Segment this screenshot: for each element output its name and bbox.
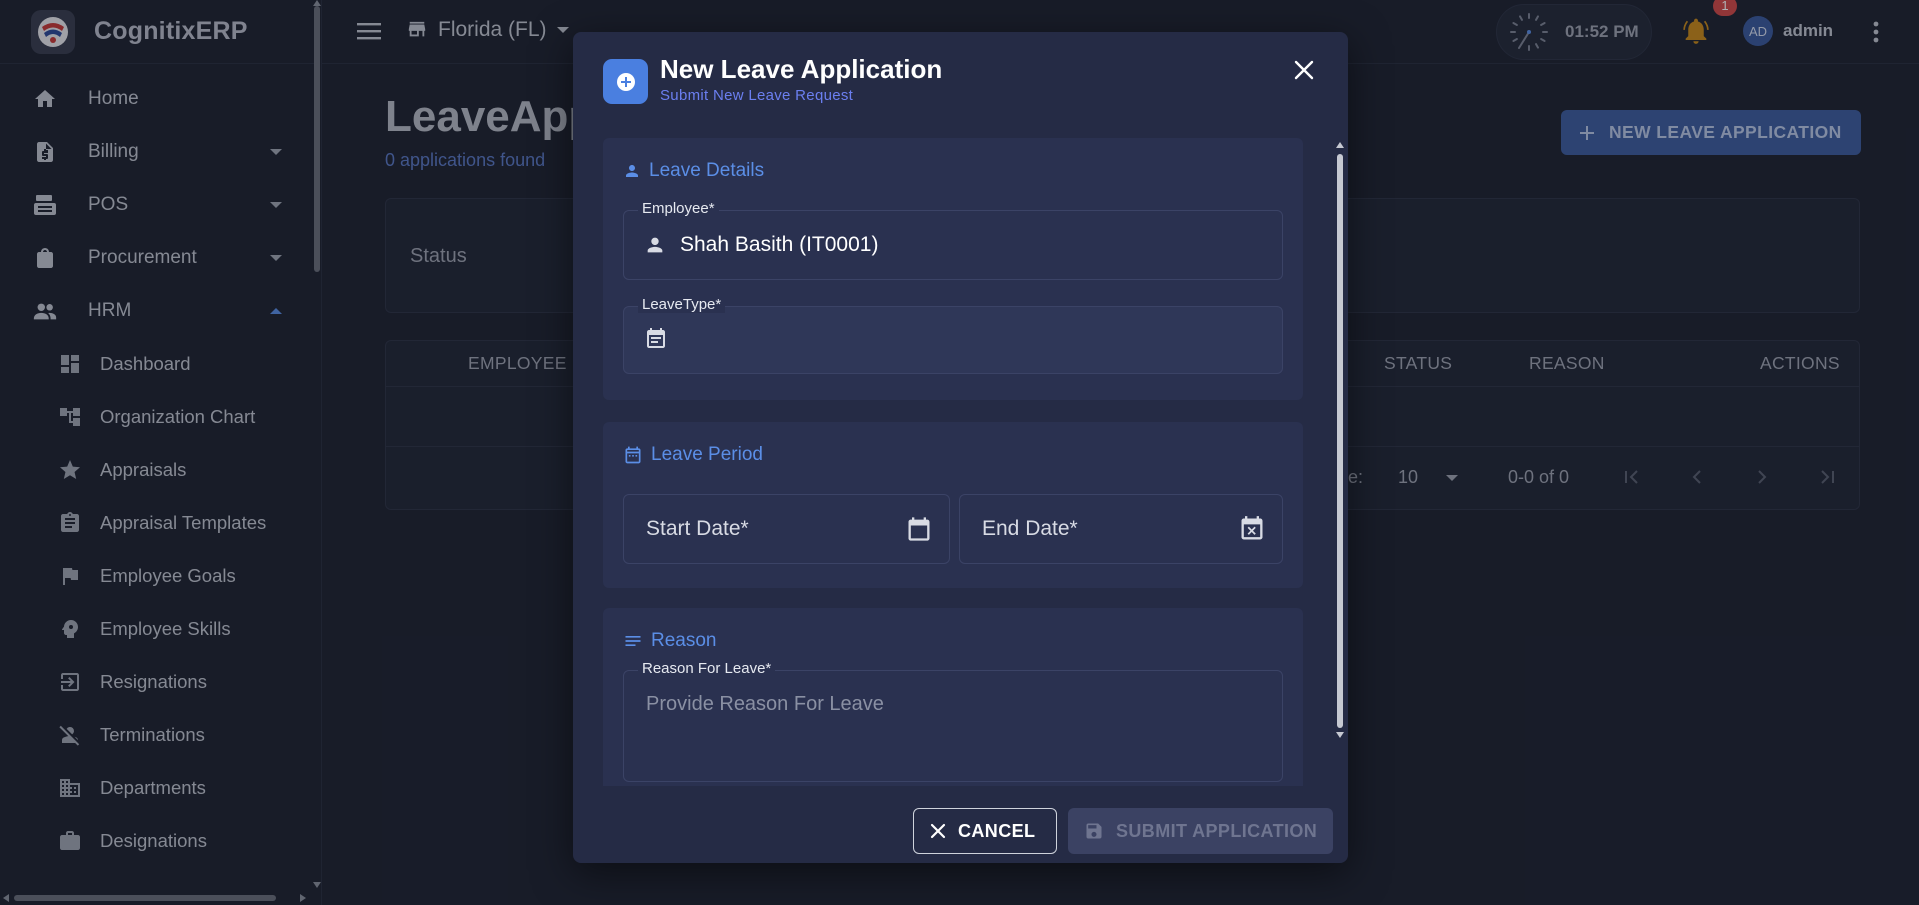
scroll-down-arrow-icon[interactable] [1336, 732, 1344, 738]
reason-section: Reason Reason For Leave* Provide Reason … [603, 608, 1303, 786]
start-date-label: Start Date* [646, 517, 749, 540]
leave-details-header: Leave Details [623, 160, 764, 182]
cancel-button-label: CANCEL [958, 820, 1036, 841]
start-date-field[interactable]: Start Date* [623, 494, 950, 564]
add-circle-icon [603, 59, 648, 104]
submit-application-button[interactable]: SUBMIT APPLICATION [1068, 808, 1333, 854]
notes-icon [623, 631, 643, 651]
section-title: Leave Details [649, 160, 765, 181]
close-icon[interactable] [1293, 59, 1315, 81]
reason-textarea[interactable]: Reason For Leave* Provide Reason For Lea… [623, 660, 1283, 782]
cancel-button[interactable]: CANCEL [913, 808, 1057, 854]
dialog-title: New Leave Application [660, 54, 943, 84]
leave-period-section: Leave Period Start Date* End Date* [603, 422, 1303, 588]
save-icon [1084, 821, 1104, 841]
leave-details-section: Leave Details Employee* Shah Basith (IT0… [603, 138, 1303, 400]
dialog-scroll-thumb[interactable] [1337, 154, 1343, 728]
person-icon [623, 162, 641, 180]
dialog-subtitle: Submit New Leave Request [660, 87, 854, 104]
section-title: Leave Period [651, 444, 763, 465]
submit-button-label: SUBMIT APPLICATION [1116, 820, 1318, 841]
reason-header: Reason [623, 630, 717, 652]
event-note-icon [644, 327, 668, 351]
new-leave-application-dialog: New Leave Application Submit New Leave R… [573, 32, 1348, 863]
leave-type-select[interactable]: LeaveType* [623, 296, 1283, 374]
dialog-body: Leave Details Employee* Shah Basith (IT0… [603, 136, 1317, 786]
end-date-field[interactable]: End Date* [959, 494, 1283, 564]
reason-field-label: Reason For Leave* [638, 660, 776, 677]
scroll-up-arrow-icon[interactable] [1336, 142, 1344, 148]
person-icon [644, 234, 666, 256]
reason-placeholder: Provide Reason For Leave [646, 693, 884, 715]
employee-field[interactable]: Employee* Shah Basith (IT0001) [623, 200, 1283, 280]
section-title: Reason [651, 630, 717, 651]
close-icon [930, 823, 946, 839]
event-busy-icon[interactable] [1238, 515, 1266, 543]
employee-field-label: Employee* [638, 200, 719, 217]
end-date-label: End Date* [982, 517, 1078, 540]
dialog-scrollbar[interactable] [1336, 142, 1344, 738]
calendar-icon[interactable] [905, 515, 933, 543]
employee-field-value: Shah Basith (IT0001) [680, 233, 879, 256]
leave-type-label: LeaveType* [638, 296, 726, 313]
calendar-icon [623, 445, 643, 465]
leave-period-header: Leave Period [623, 444, 763, 466]
